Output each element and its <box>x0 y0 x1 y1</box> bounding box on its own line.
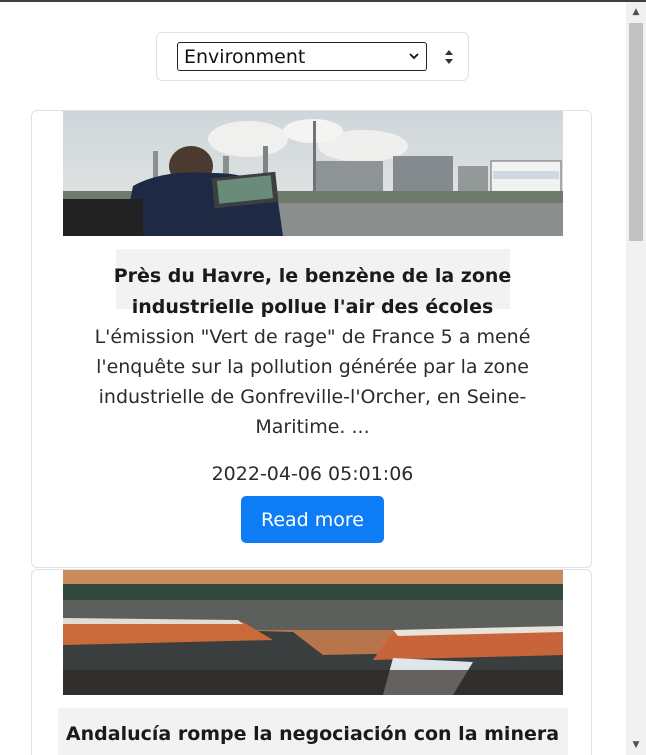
chevron-down-icon <box>409 53 419 60</box>
mining-dam-photo <box>63 570 563 695</box>
article-card: Près du Havre, le benzène de la zone ind… <box>31 110 592 568</box>
scrollbar-thumb[interactable] <box>629 23 643 241</box>
category-select-value: Environment <box>184 45 306 68</box>
article-title[interactable]: Andalucía rompe la negociación con la mi… <box>52 719 573 750</box>
scroll-up-arrow-icon[interactable]: ▲ <box>626 2 646 22</box>
page-viewport: Environment Près du Havre, le benzène de… <box>0 2 626 755</box>
article-title[interactable]: Près du Havre, le benzène de la zone ind… <box>102 261 523 323</box>
category-select[interactable]: Environment <box>177 42 427 71</box>
article-image <box>63 570 563 695</box>
article-card: Andalucía rompe la negociación con la mi… <box>31 569 592 755</box>
read-more-button[interactable]: Read more <box>241 496 384 543</box>
article-excerpt: L'émission "Vert de rage" de France 5 a … <box>94 326 531 438</box>
sort-arrows-icon[interactable] <box>444 49 454 65</box>
scroll-down-arrow-icon[interactable]: ▼ <box>626 735 646 755</box>
category-filter-box: Environment <box>156 32 469 81</box>
vertical-scrollbar[interactable]: ▲ ▼ <box>626 2 646 755</box>
article-date: 2022-04-06 05:01:06 <box>211 463 414 485</box>
article-image <box>63 111 563 236</box>
industrial-zone-photo <box>63 111 563 236</box>
